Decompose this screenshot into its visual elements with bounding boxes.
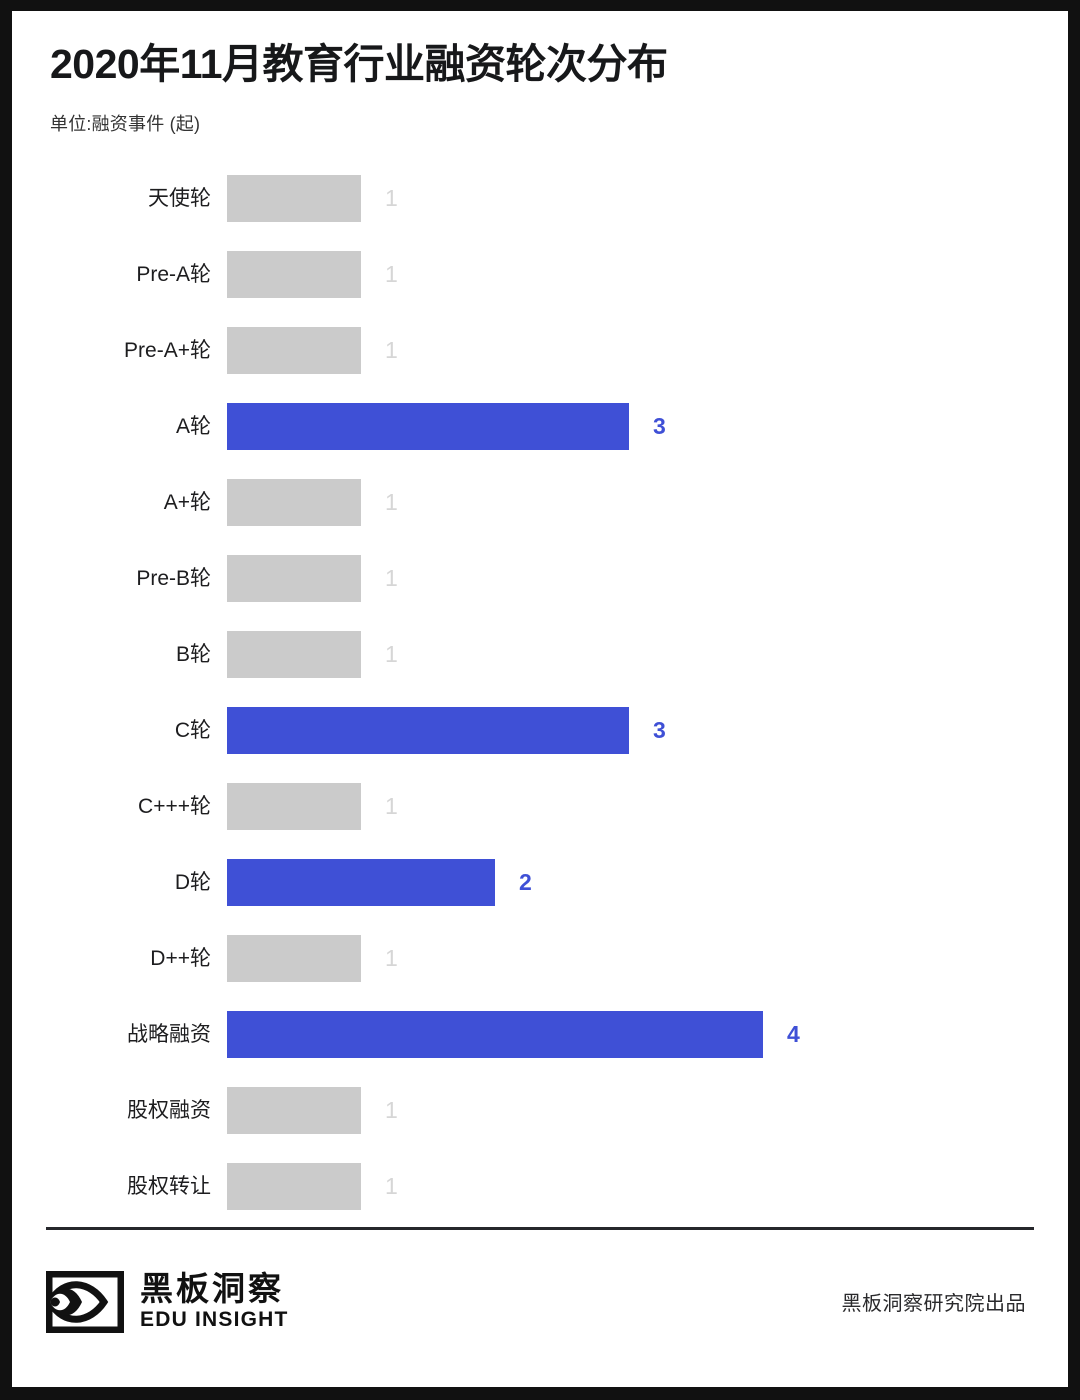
bar-row: B轮 1 [12,616,1068,692]
bar [227,250,361,298]
bar-value-label: 1 [385,260,398,287]
bar-track: 2 [227,858,1068,906]
bar-category-label: A+轮 [163,490,211,514]
bar-row: 股权转让 1 [12,1148,1068,1224]
bar-row: C轮 3 [12,692,1068,768]
bar-value-label: 1 [385,944,398,971]
footer-content: 黑板洞察 EDU INSIGHT 黑板洞察研究院出品 [12,1230,1068,1387]
bar-category-label: C+++轮 [138,794,211,818]
bar [227,630,361,678]
bar [227,554,361,602]
bar-value-label: 1 [385,1096,398,1123]
bar-category-label: Pre-A轮 [136,262,211,286]
bar-track: 4 [227,1010,1068,1058]
bar-row: 战略融资 4 [12,996,1068,1072]
bar [227,858,495,906]
bar-category-label: 战略融资 [127,1022,211,1046]
bar [227,174,361,222]
brand-wordmark: 黑板洞察 EDU INSIGHT [140,1269,289,1332]
bar-track: 1 [227,250,1068,298]
bar [227,934,361,982]
bar [227,478,361,526]
bar-track: 3 [227,706,1068,754]
brand-name-en: EDU INSIGHT [140,1308,289,1332]
page-title: 2020年11月教育行业融资轮次分布 [50,41,668,87]
chart-unit-label: 单位:融资事件 (起) [50,114,201,135]
bar-track: 1 [227,174,1068,222]
footer: 黑板洞察 EDU INSIGHT 黑板洞察研究院出品 [12,1227,1068,1387]
bar [227,402,629,450]
bar [227,326,361,374]
bar-track: 1 [227,1086,1068,1134]
bar-chart: 天使轮 1 Pre-A轮 1 Pre-A+轮 1 A轮 3 A+轮 1 Pre-B轮 1 B轮 1 C轮 3 C… [12,160,1068,1224]
bar [227,1010,763,1058]
footer-credit: 黑板洞察研究院出品 [841,1293,1026,1315]
bar-category-label: Pre-B轮 [136,566,211,590]
bar-track: 1 [227,782,1068,830]
bar-category-label: B轮 [175,642,211,666]
bar [227,1086,361,1134]
bar-value-label: 4 [787,1020,800,1047]
bar-row: A+轮 1 [12,464,1068,540]
bar-value-label: 3 [653,716,666,743]
bar-value-label: 1 [385,640,398,667]
bar [227,1162,361,1210]
bar-category-label: 天使轮 [148,186,211,210]
bar-category-label: Pre-A+轮 [124,338,211,362]
bar-row: 股权融资 1 [12,1072,1068,1148]
bar-row: Pre-A+轮 1 [12,312,1068,388]
bar-value-label: 1 [385,184,398,211]
bar-row: D++轮 1 [12,920,1068,996]
bar-row: D轮 2 [12,844,1068,920]
bar-track: 1 [227,478,1068,526]
brand-logo: 黑板洞察 EDU INSIGHT [43,1268,289,1335]
bar-row: Pre-B轮 1 [12,540,1068,616]
bar [227,706,629,754]
bar-category-label: 股权转让 [127,1174,211,1198]
bar-category-label: D++轮 [150,946,211,970]
eye-logo-icon [43,1268,127,1335]
bar-value-label: 1 [385,564,398,591]
bar-value-label: 2 [519,868,532,895]
bar-value-label: 1 [385,792,398,819]
bar [227,782,361,830]
bar-category-label: D轮 [174,870,211,894]
bar-track: 1 [227,326,1068,374]
bar-row: Pre-A轮 1 [12,236,1068,312]
bar-category-label: A轮 [175,414,211,438]
bar-track: 1 [227,1162,1068,1210]
bar-row: 天使轮 1 [12,160,1068,236]
bar-track: 1 [227,630,1068,678]
page-frame: 2020年11月教育行业融资轮次分布 单位:融资事件 (起) 天使轮 1 Pre-A… [0,0,1080,1400]
infographic-card: 2020年11月教育行业融资轮次分布 单位:融资事件 (起) 天使轮 1 Pre-A… [12,11,1068,1387]
bar-category-label: C轮 [174,718,211,742]
bar-value-label: 3 [653,412,666,439]
bar-track: 1 [227,554,1068,602]
bar-value-label: 1 [385,1172,398,1199]
bar-value-label: 1 [385,336,398,363]
bar-row: A轮 3 [12,388,1068,464]
bar-track: 1 [227,934,1068,982]
bar-row: C+++轮 1 [12,768,1068,844]
bar-category-label: 股权融资 [127,1098,211,1122]
bar-track: 3 [227,402,1068,450]
chart-header: 2020年11月教育行业融资轮次分布 单位:融资事件 (起) [12,11,1068,136]
brand-name-cn: 黑板洞察 [140,1269,284,1307]
bar-value-label: 1 [385,488,398,515]
